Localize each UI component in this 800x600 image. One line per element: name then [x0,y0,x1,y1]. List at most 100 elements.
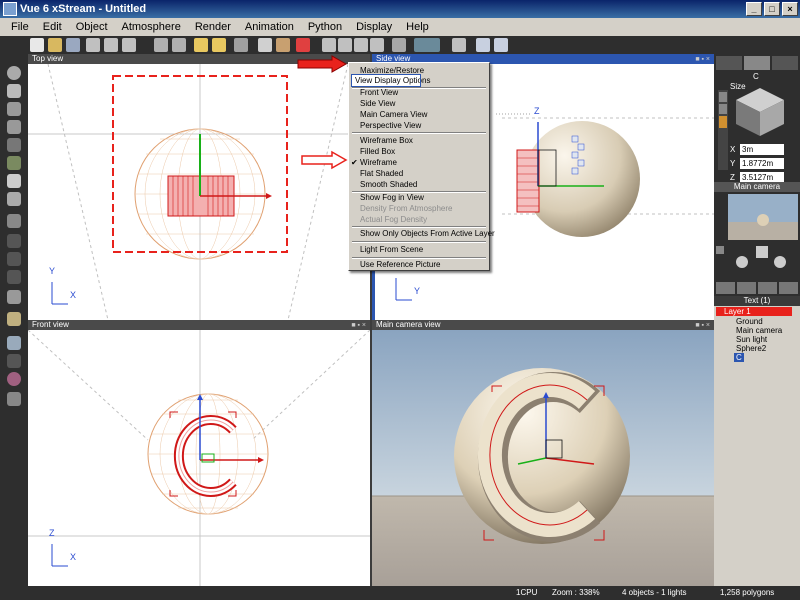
rock-tool-icon[interactable] [7,138,21,152]
zoom-in-icon[interactable] [354,38,368,52]
undo-icon[interactable] [154,38,168,52]
camera-tool-icon[interactable] [7,290,21,304]
tree-sunlight-row[interactable]: Sun light [716,335,767,344]
preview-tool-icon[interactable] [7,392,21,406]
tree-ground-row[interactable]: Ground [716,317,763,326]
menu-wireframe-box[interactable]: Wireframe Box [349,135,489,146]
tree-sphere-row[interactable]: Sphere2 [716,344,766,353]
rotate-tab-icon[interactable] [772,56,798,70]
pan-hand-icon[interactable] [736,256,748,268]
hyperblob-tool-icon[interactable] [7,270,21,284]
boolean-tool-icon[interactable] [7,234,21,248]
menu-object[interactable]: Object [69,21,115,33]
film-icon[interactable] [414,38,440,52]
sun-icon[interactable] [212,38,226,52]
layer-tool-icon[interactable] [737,282,756,294]
clapper-icon[interactable] [452,38,466,52]
layout-icon[interactable] [476,38,490,52]
layer-tool-icon[interactable] [758,282,777,294]
menu-wireframe[interactable]: ✔ Wireframe [349,157,489,168]
menu-main-camera-view[interactable]: Main Camera View [349,109,489,120]
menu-show-active-layer-only[interactable]: Show Only Objects From Active Layer [349,228,495,239]
plant-tool-icon[interactable] [7,156,21,170]
terrain-tool-icon[interactable] [7,102,21,116]
menu-side-view[interactable]: Side View [349,98,489,109]
color-palette-icon[interactable] [296,38,310,52]
minimize-button[interactable]: _ [746,2,762,16]
save-file-icon[interactable] [66,38,80,52]
tree-camera-row[interactable]: Main camera [716,326,782,335]
camera-view-viewport[interactable]: Main camera view ■ ▪ × [372,320,714,586]
sun-tool-icon[interactable] [7,312,21,326]
maximize-button[interactable]: □ [764,2,780,16]
menu-animation[interactable]: Animation [238,21,301,33]
size-gizmo-cube[interactable] [730,84,790,140]
layer-tool-icon[interactable] [716,282,735,294]
object-icon[interactable] [234,38,248,52]
size-tab-icon[interactable] [744,56,770,70]
resize-icon[interactable] [719,116,727,128]
brush-icon[interactable] [258,38,272,52]
cut-icon[interactable] [86,38,100,52]
paste-icon[interactable] [122,38,136,52]
zoom-icon[interactable] [322,38,336,52]
copy-icon[interactable] [104,38,118,52]
scale-icon[interactable] [719,104,727,114]
open-file-icon[interactable] [48,38,62,52]
layer-tool-icon[interactable] [779,282,798,294]
tree-text-row[interactable]: C [734,353,744,362]
menu-atmosphere[interactable]: Atmosphere [115,21,188,33]
menu-edit[interactable]: Edit [36,21,69,33]
menu-perspective-view[interactable]: Perspective View [349,120,489,131]
front-view-label: Front view [32,320,69,329]
menu-separator [352,241,486,243]
top-view-viewport[interactable]: Top view Y X [28,54,370,320]
size-x-input[interactable]: 3m [740,144,784,155]
zoom-fit-icon[interactable] [338,38,352,52]
tree-layer-row[interactable]: Layer 1 [716,307,792,316]
material-icon[interactable] [276,38,290,52]
light-tool-icon[interactable] [7,192,21,206]
move-tab-icon[interactable] [716,56,742,70]
menu-help[interactable]: Help [399,21,436,33]
menu-filled-box[interactable]: Filled Box [349,146,489,157]
menu-flat-shaded[interactable]: Flat Shaded [349,168,489,179]
status-zoom: Zoom : 338% [552,588,600,597]
cloud-tool-icon[interactable] [7,174,21,188]
menu-view-display-options[interactable]: View Display Options [351,74,430,87]
front-view-header: Front view ■ ▪ × [28,320,370,330]
text-tool-icon[interactable] [7,84,21,98]
menu-light-from-scene[interactable]: Light From Scene [349,244,489,255]
new-file-icon[interactable] [30,38,44,52]
close-button[interactable]: × [782,2,798,16]
front-view-viewport[interactable]: Front view ■ ▪ × Z X [28,320,370,586]
main-toolbar [0,36,800,54]
orbit-icon[interactable] [774,256,786,268]
menu-python[interactable]: Python [301,21,349,33]
weather-icon[interactable] [194,38,208,52]
bar-tool-icon[interactable] [7,354,21,368]
menu-display[interactable]: Display [349,21,399,33]
menu-use-reference-picture[interactable]: Use Reference Picture [349,259,489,270]
render-area-icon[interactable] [392,38,406,52]
camera-up-icon[interactable] [716,246,724,254]
menu-render[interactable]: Render [188,21,238,33]
wind-tool-icon[interactable] [7,336,21,350]
water-tool-icon[interactable] [7,120,21,134]
redo-icon[interactable] [172,38,186,52]
grid-icon[interactable] [494,38,508,52]
metablob-tool-icon[interactable] [7,252,21,266]
menu-show-fog[interactable]: Show Fog in View [349,192,489,203]
sphere-tool-icon[interactable] [7,66,21,80]
ecosystem-tool-icon[interactable] [7,372,21,386]
group-tool-icon[interactable] [7,214,21,228]
menu-smooth-shaded[interactable]: Smooth Shaded [349,179,489,190]
menu-front-view[interactable]: Front View [349,87,489,98]
camera-light-icon[interactable] [756,246,768,258]
camera-controls [716,244,798,272]
status-objects: 4 objects - 1 lights [622,588,687,597]
lock-icon[interactable] [719,92,727,102]
zoom-out-icon[interactable] [370,38,384,52]
menu-file[interactable]: File [4,21,36,33]
size-y-input[interactable]: 1.8772m [740,158,784,169]
